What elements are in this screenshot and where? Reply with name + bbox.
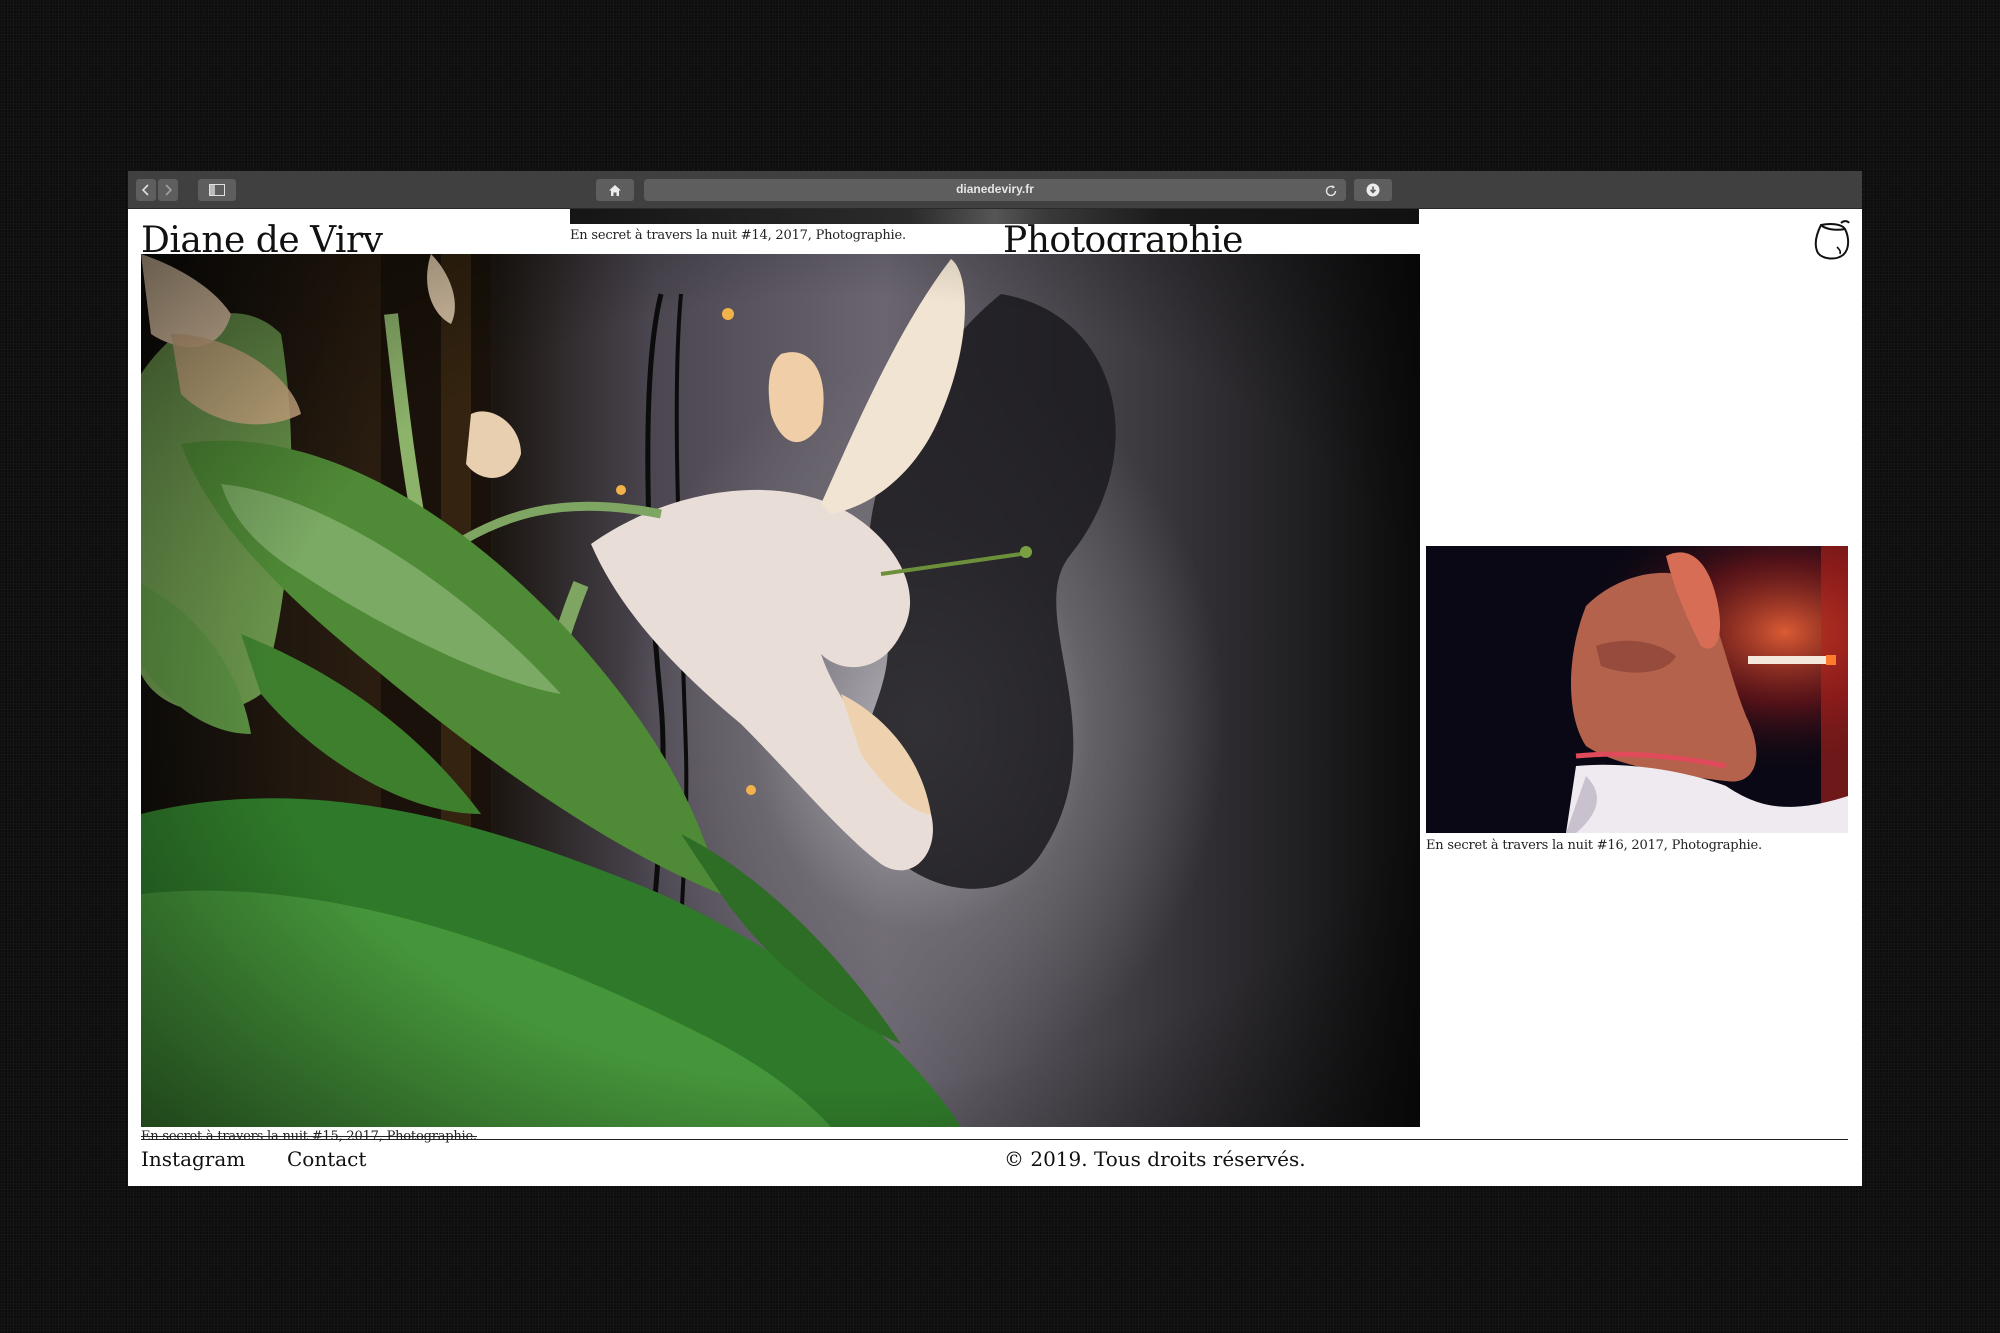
section-title: Photographie (1003, 220, 1243, 252)
photo-16-caption: En secret à travers la nuit #16, 2017, P… (1426, 838, 1762, 853)
browser-window: dianedeviry.fr En secret à travers la nu… (128, 171, 1862, 1186)
photo-16-hand[interactable] (1426, 546, 1848, 833)
address-bar[interactable]: dianedeviry.fr (644, 179, 1346, 201)
reload-icon[interactable] (1324, 183, 1338, 202)
home-button[interactable] (596, 179, 634, 201)
url-text: dianedeviry.fr (956, 182, 1034, 196)
page-viewport: En secret à travers la nuit #14, 2017, P… (128, 209, 1862, 1186)
photo-15-caption: En secret à travers la nuit #15, 2017, P… (141, 1129, 477, 1144)
photo-14-partial[interactable] (570, 209, 1419, 224)
lemon-icon[interactable] (1811, 219, 1851, 267)
sidebar-icon (209, 184, 225, 196)
footer-contact-link[interactable]: Contact (287, 1147, 366, 1171)
download-icon (1366, 183, 1380, 197)
sidebar-button[interactable] (198, 179, 236, 201)
browser-toolbar: dianedeviry.fr (128, 171, 1862, 209)
chevron-left-icon (141, 184, 151, 196)
chevron-right-icon (163, 184, 173, 196)
footer-instagram-link[interactable]: Instagram (141, 1147, 245, 1171)
back-button[interactable] (136, 179, 156, 201)
forward-button[interactable] (158, 179, 178, 201)
home-icon (608, 184, 622, 197)
footer-copyright: © 2019. Tous droits réservés. (1004, 1147, 1306, 1171)
download-button[interactable] (1354, 179, 1392, 201)
footer-divider (141, 1139, 1848, 1140)
photo-14-caption: En secret à travers la nuit #14, 2017, P… (570, 228, 906, 243)
site-title[interactable]: Diane de Viry (141, 216, 383, 252)
photo-15-lilies[interactable] (141, 254, 1420, 1127)
